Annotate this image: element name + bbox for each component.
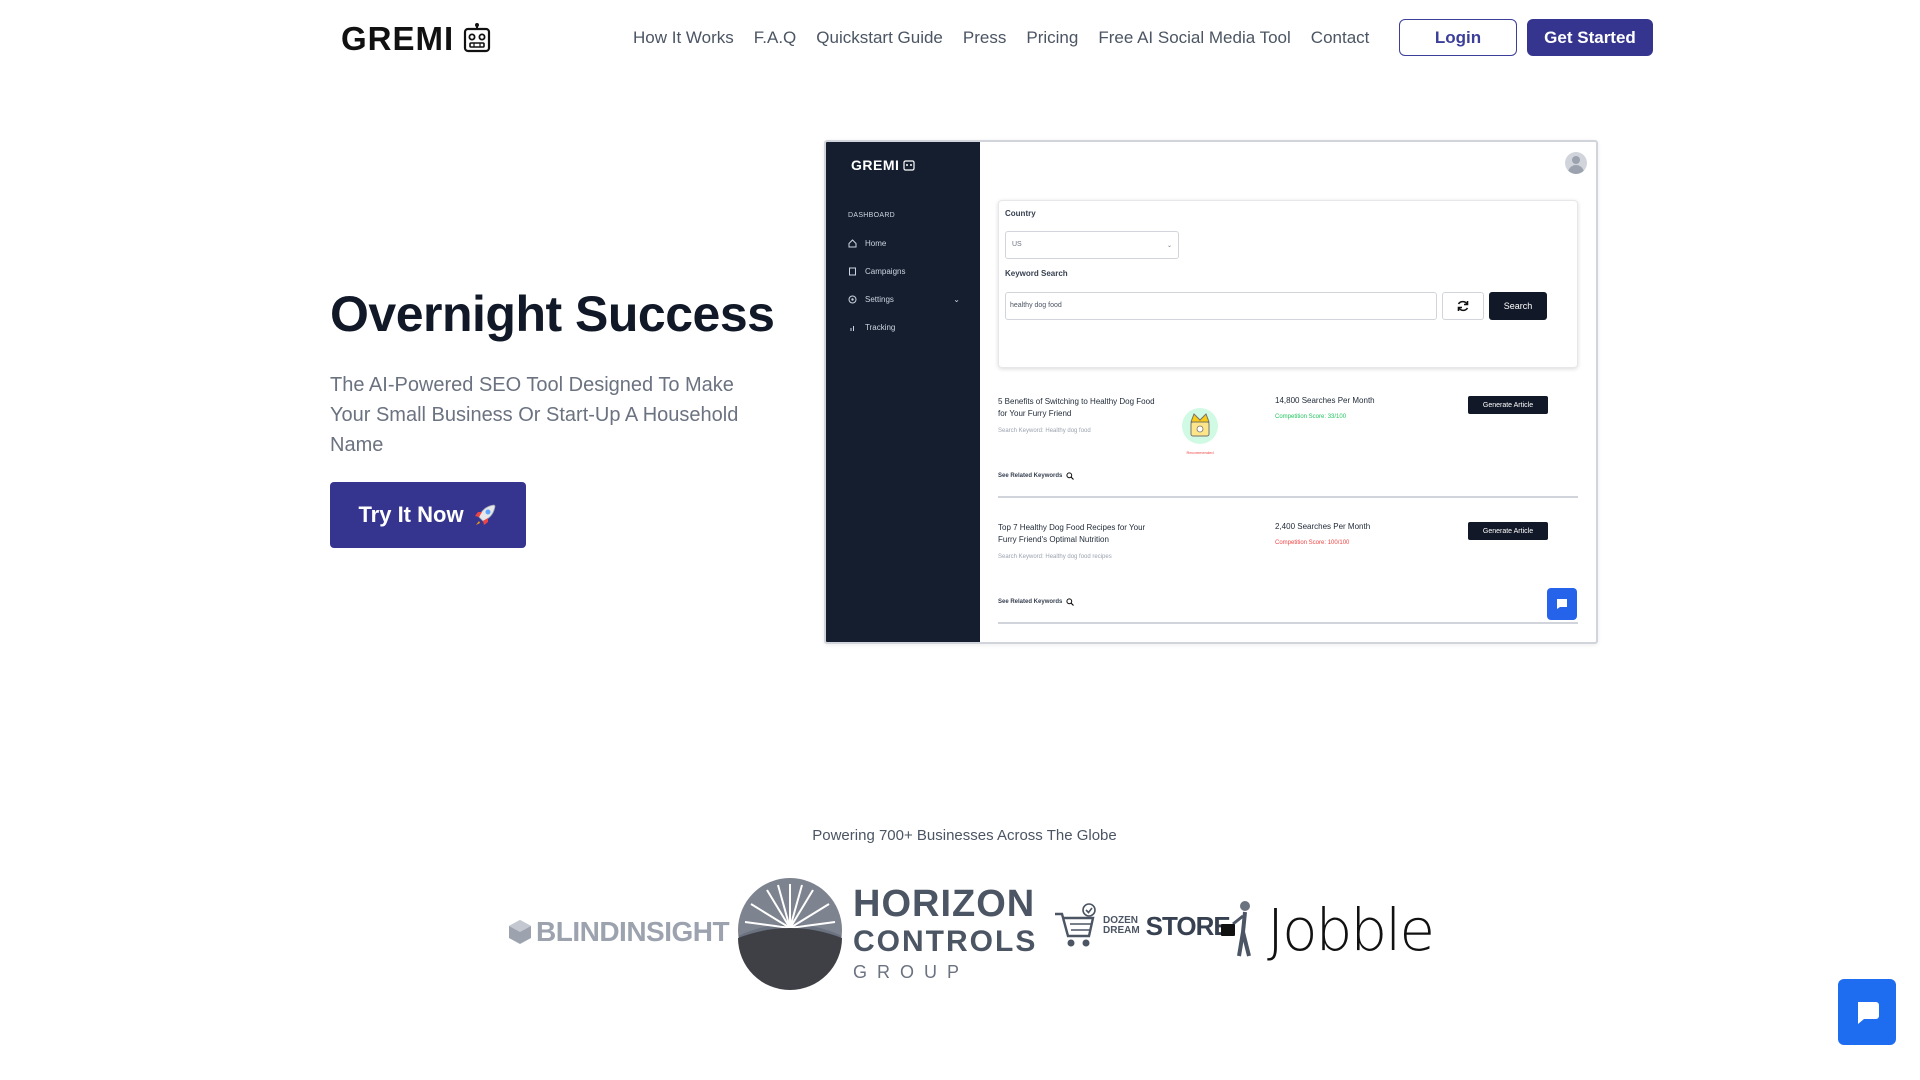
blind-insight-text: BLINDINSIGHT [536, 916, 730, 947]
shopping-cart-icon [1055, 903, 1096, 947]
nav-press[interactable]: Press [963, 28, 1006, 48]
jobble-text: Jobble [1267, 896, 1435, 964]
hero-title: Overnight Success [330, 286, 775, 342]
nav-faq[interactable]: F.A.Q [754, 28, 797, 48]
divider [998, 496, 1578, 498]
hero-subtitle: The AI-Powered SEO Tool Designed To Make… [330, 374, 739, 456]
mock-nav-tracking[interactable]: Tracking [848, 323, 960, 332]
result-searches: 14,800 Searches Per Month [1275, 396, 1375, 405]
site-header: GREMI How It Works F.A.Q Quickstart Guid… [0, 0, 1920, 80]
group-word: GROUP [853, 962, 970, 982]
keyword-search-input[interactable]: healthy dog food [1005, 292, 1437, 320]
chart-icon [850, 326, 854, 331]
country-label: Country [1005, 209, 1036, 218]
related-label: See Related Keywords [998, 599, 1063, 605]
generate-article-button[interactable]: Generate Article [1468, 522, 1548, 540]
robot-icon [903, 160, 915, 171]
recommended-label: Recommended [1186, 450, 1214, 455]
dozen-dream-store-logo: DOZEN DREAM STORE [1053, 902, 1231, 950]
divider [998, 622, 1578, 624]
cube-icon [509, 920, 531, 944]
result-keyword: Search Keyword: Healthy dog food [998, 428, 1091, 434]
try-it-now-button[interactable]: Try It Now [330, 482, 526, 548]
mock-nav-label: Campaigns [865, 267, 906, 276]
result-title: Top 7 Healthy Dog Food Recipes for Your … [998, 523, 1146, 544]
horizon-word: HORIZON [853, 883, 1036, 925]
user-avatar[interactable] [1565, 152, 1587, 174]
mock-sidebar: GREMI DASHBOARD Home Campaigns Settings … [826, 142, 980, 642]
keyword-search-card: Country US ⌄ Keyword Search healthy dog … [998, 200, 1578, 368]
mock-nav-label: Settings [865, 295, 894, 304]
sunrise-icon [738, 878, 842, 990]
chevron-down-icon: ⌄ [953, 295, 960, 304]
refresh-button[interactable] [1442, 292, 1484, 320]
mock-section-label: DASHBOARD [848, 212, 896, 219]
search-button[interactable]: Search [1489, 292, 1547, 320]
country-select[interactable]: US ⌄ [1005, 231, 1179, 259]
recommended-badge: Recommended [1178, 404, 1222, 456]
dream-word: DREAM [1103, 925, 1140, 936]
mock-logo: GREMI [851, 157, 915, 173]
horizon-controls-logo: HORIZON CONTROLS GROUP [737, 870, 1035, 990]
gear-icon [848, 295, 857, 304]
login-button[interactable]: Login [1399, 19, 1517, 56]
crown-badge-icon [1182, 408, 1218, 444]
campaign-icon [849, 267, 856, 276]
chevron-down-icon: ⌄ [1166, 243, 1172, 249]
refresh-icon [1457, 300, 1469, 312]
mock-chat-button[interactable] [1547, 588, 1577, 620]
mock-nav-settings[interactable]: Settings ⌄ [848, 295, 960, 304]
mock-nav-label: Home [865, 239, 887, 248]
home-icon [848, 239, 857, 248]
chat-icon [1557, 599, 1567, 609]
person-briefcase-icon [1221, 901, 1251, 957]
see-related-keywords-link[interactable]: See Related Keywords [998, 472, 1075, 480]
rocket-icon [474, 504, 495, 525]
jobble-logo: Jobble [1219, 896, 1435, 964]
customer-logos: BLINDINSIGHT HORIZON CONTROLS GROUP DOZE… [0, 860, 1920, 1000]
nav-pricing[interactable]: Pricing [1026, 28, 1078, 48]
result-searches: 2,400 Searches Per Month [1275, 522, 1371, 531]
search-icon [1066, 472, 1075, 480]
logo-text: GREMI [341, 20, 455, 57]
trust-text: Powering 700+ Businesses Across The Glob… [812, 827, 1117, 844]
chat-widget-button[interactable] [1838, 979, 1896, 1045]
try-it-now-label: Try It Now [358, 502, 464, 527]
search-icon [1066, 598, 1075, 606]
blind-insight-logo: BLINDINSIGHT [508, 916, 730, 948]
country-value: US [1012, 241, 1022, 248]
mock-nav-home[interactable]: Home [848, 239, 960, 248]
controls-word: CONTROLS [853, 925, 1038, 958]
nav-how-it-works[interactable]: How It Works [633, 28, 734, 48]
nav-contact[interactable]: Contact [1311, 28, 1370, 48]
user-icon [1572, 156, 1580, 164]
site-logo[interactable]: GREMI [341, 20, 492, 58]
get-started-button[interactable]: Get Started [1527, 19, 1653, 56]
result-title: 5 Benefits of Switching to Healthy Dog F… [998, 397, 1155, 418]
nav-free-ai-social-media-tool[interactable]: Free AI Social Media Tool [1098, 28, 1290, 48]
mock-nav-label: Tracking [865, 323, 896, 332]
see-related-keywords-link[interactable]: See Related Keywords [998, 598, 1075, 606]
related-label: See Related Keywords [998, 473, 1063, 479]
dashboard-screenshot: GREMI DASHBOARD Home Campaigns Settings … [824, 140, 1598, 644]
store-word: STORE [1145, 910, 1231, 941]
result-competition: Competition Score: 33/100 [1275, 414, 1347, 420]
nav-quickstart-guide[interactable]: Quickstart Guide [816, 28, 943, 48]
mock-logo-text: GREMI [851, 157, 900, 173]
result-competition: Competition Score: 100/100 [1275, 540, 1350, 546]
chat-icon [1858, 1002, 1879, 1024]
mock-nav-campaigns[interactable]: Campaigns [848, 267, 960, 276]
result-keyword: Search Keyword: Healthy dog food recipes [998, 554, 1112, 560]
generate-article-button[interactable]: Generate Article [1468, 396, 1548, 414]
main-nav: How It Works F.A.Q Quickstart Guide Pres… [633, 28, 1369, 48]
keyword-search-label: Keyword Search [1005, 269, 1068, 278]
robot-icon [464, 23, 491, 53]
